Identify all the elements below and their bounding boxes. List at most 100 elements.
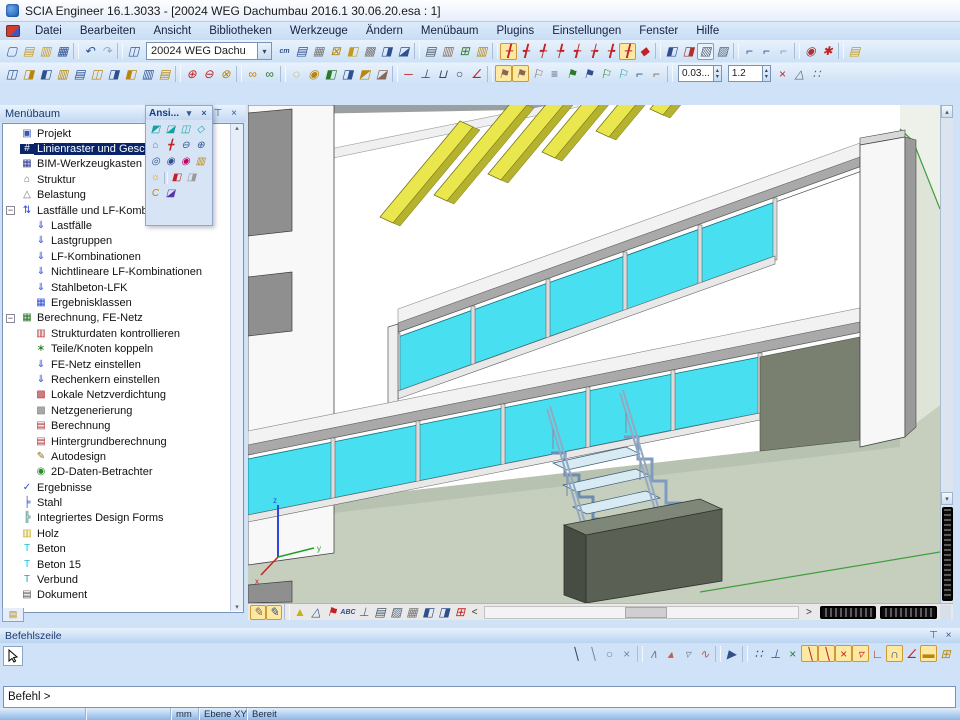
crossing-snap-icon[interactable]: × <box>835 645 852 662</box>
opening-tool-icon[interactable]: ◫ <box>88 65 105 82</box>
angle-tool-icon[interactable]: ∠ <box>468 65 485 82</box>
tree-item-strukturdaten[interactable]: − ▥ Strukturdaten kontrollieren <box>3 326 243 341</box>
show-loads-icon[interactable]: ▲ <box>292 605 308 620</box>
view-parameters-all-icon[interactable]: ▨ <box>714 43 731 60</box>
tree-item-idf[interactable]: − ╠ Integriertes Design Forms <box>3 511 243 526</box>
endpoint-snap-icon[interactable]: ╲ <box>801 645 818 662</box>
corner-window-icon[interactable]: ⌐ <box>741 43 758 60</box>
menu-item[interactable]: Einstellungen <box>543 24 630 38</box>
rotate-icon[interactable]: ◪ <box>373 65 390 82</box>
status-plane[interactable]: Ebene XY <box>199 708 247 720</box>
close-icon[interactable]: × <box>199 108 209 118</box>
zoom-out-icon[interactable]: ⊖ <box>178 138 193 154</box>
column-tool-icon[interactable]: ◫ <box>3 65 20 82</box>
view-flag5-icon[interactable]: ⚐ <box>597 65 614 82</box>
menu-item[interactable]: Bearbeiten <box>71 24 145 38</box>
view-flag6-icon[interactable]: ⚐ <box>614 65 631 82</box>
haunch-tool-icon[interactable]: ▤ <box>156 65 173 82</box>
view-flag-icon[interactable]: ⚑ <box>495 65 512 82</box>
scroll-up-icon[interactable]: ▴ <box>235 124 239 132</box>
center-model-icon[interactable]: ◆ <box>636 43 653 60</box>
spinner-arrows-icon[interactable]: ▴▾ <box>762 66 770 81</box>
tree-item-ergebnisklassen[interactable]: − ▦ Ergebnisklassen <box>3 295 243 310</box>
properties-panel-icon[interactable]: ◫ <box>125 43 142 60</box>
view-image1-icon[interactable]: ◧ <box>420 605 436 620</box>
view-axo-icon[interactable]: ◇ <box>193 122 208 138</box>
view-flag7-icon[interactable]: ⌐ <box>631 65 648 82</box>
axis-snap-icon[interactable]: ⊥ <box>767 645 784 662</box>
view-parameters-icon[interactable]: ▧ <box>697 43 714 60</box>
clipboard-icon[interactable]: ◧ <box>344 43 361 60</box>
scroll-down-icon[interactable]: ▾ <box>941 492 953 505</box>
grid-settings-icon[interactable]: △ <box>791 65 808 82</box>
new-project-icon[interactable]: ▢ <box>3 43 20 60</box>
menu-item[interactable]: Plugins <box>487 24 543 38</box>
filter-nodes-icon[interactable]: ╉ <box>517 43 534 60</box>
sidebar-tab-icon[interactable]: ▤ <box>2 608 24 622</box>
rib-tool-icon[interactable]: ◧ <box>122 65 139 82</box>
snap-vertex-icon[interactable]: ∧ <box>645 645 662 662</box>
rectangle-tool-icon[interactable]: ⊔ <box>434 65 451 82</box>
chevron-down-icon[interactable]: ▾ <box>184 108 194 119</box>
viewport-vertical-scrollbar[interactable]: ▴ ▾ <box>940 105 953 603</box>
show-labels-icon[interactable]: ABC <box>340 605 356 620</box>
coordinate-info-icon[interactable]: C <box>148 186 163 202</box>
menu-item[interactable]: Bibliotheken <box>200 24 281 38</box>
project-combobox[interactable]: 20024 WEG Dachu ▾ <box>146 42 272 60</box>
filter-hinges-icon[interactable]: ╄ <box>551 43 568 60</box>
line-tool-icon[interactable]: ─ <box>400 65 417 82</box>
zoom-window-icon[interactable]: ◉ <box>163 154 178 170</box>
subregion-tool-icon[interactable]: ◨ <box>105 65 122 82</box>
snap-arrow-icon[interactable]: ▴ <box>662 645 679 662</box>
horizontal-zoom-slider-1[interactable] <box>820 606 876 619</box>
filter-supports-icon[interactable]: ╃ <box>534 43 551 60</box>
zoom-in-icon[interactable]: ⊕ <box>193 138 208 154</box>
document-system-icon[interactable] <box>6 25 20 37</box>
view-x-icon[interactable]: ◩ <box>148 122 163 138</box>
table-input-icon[interactable]: ⊞ <box>937 645 954 662</box>
menu-item[interactable]: Ändern <box>357 24 412 38</box>
clip-box-icon[interactable]: ▥ <box>193 154 208 170</box>
view-y-icon[interactable]: ◪ <box>163 122 178 138</box>
filter-loads-icon[interactable]: ╅ <box>568 43 585 60</box>
zoom-selection-icon[interactable]: ◉ <box>178 154 193 170</box>
status-units[interactable]: mm <box>171 708 199 720</box>
view-image2-icon[interactable]: ◨ <box>436 605 452 620</box>
cursor-mode-button[interactable] <box>3 646 23 666</box>
activity-icon[interactable]: ⊠ <box>327 43 344 60</box>
solid-snap-icon[interactable]: ▬ <box>920 645 937 662</box>
show-load-labels-icon[interactable]: ⚑ <box>324 605 340 620</box>
view-panel-header[interactable]: Ansi... ▾ × <box>146 106 212 120</box>
dialog-icon[interactable]: ◨ <box>378 43 395 60</box>
tree-item-fe-netz-einstellen[interactable]: − ⇓ FE-Netz einstellen <box>3 357 243 372</box>
wireframe-icon[interactable]: ✎ <box>250 605 266 620</box>
angle-snap-icon[interactable]: ∠ <box>903 645 920 662</box>
tree-item-netzverdichtung[interactable]: − ▩ Lokale Netzverdichtung <box>3 388 243 403</box>
expand-icon[interactable]: − <box>6 206 15 215</box>
render-settings-icon[interactable]: ▨ <box>388 605 404 620</box>
filter-local-axes-icon[interactable]: ╊ <box>602 43 619 60</box>
print-icon[interactable]: ▤ <box>422 43 439 60</box>
import-icon[interactable]: ▥ <box>37 43 54 60</box>
paste-icon[interactable]: ◨ <box>339 65 356 82</box>
tree-item-lastgruppen[interactable]: − ⇓ Lastgruppen <box>3 234 243 249</box>
scale-spinner[interactable]: 0.03... ▴▾ <box>678 65 722 82</box>
redo-icon[interactable]: ↷ <box>98 43 115 60</box>
move-icon[interactable]: ◩ <box>356 65 373 82</box>
tree-item-stahlbeton-lfk[interactable]: − ⇓ Stahlbeton-LFK <box>3 280 243 295</box>
tree-item-teile-knoten[interactable]: − ∗ Teile/Knoten koppeln <box>3 341 243 356</box>
undo-icon[interactable]: ↶ <box>81 43 98 60</box>
snap-circle-icon[interactable]: ○ <box>601 645 618 662</box>
redraw-icon[interactable]: ◉ <box>802 43 819 60</box>
chevron-down-icon[interactable]: ▾ <box>257 43 271 59</box>
light-icon[interactable]: ☼ <box>148 170 163 186</box>
close-icon[interactable]: × <box>942 630 955 641</box>
layers-icon[interactable]: ▤ <box>293 43 310 60</box>
tree-item-hintergrundberechnung[interactable]: − ▤ Hintergrundberechnung <box>3 434 243 449</box>
corner-window3-icon[interactable]: ⌐ <box>775 43 792 60</box>
menu-item[interactable]: Menübaum <box>412 24 488 38</box>
copy-add-icon[interactable]: ◧ <box>322 65 339 82</box>
scroll-down-icon[interactable]: ▾ <box>235 603 239 611</box>
print-view-icon[interactable]: ◧ <box>169 170 184 186</box>
scroll-left-icon[interactable]: < <box>468 605 481 620</box>
